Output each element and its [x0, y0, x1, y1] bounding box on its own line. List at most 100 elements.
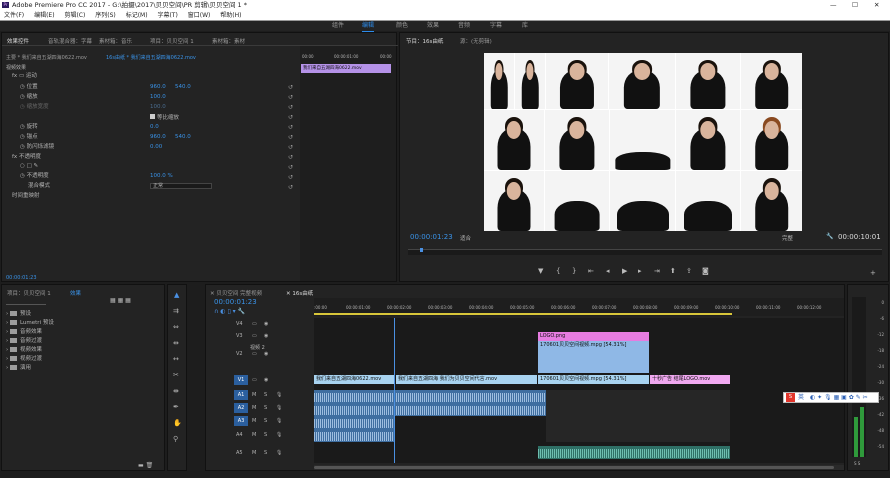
playhead-icon[interactable] [420, 248, 423, 252]
selection-tool-icon[interactable]: ▲ [174, 291, 179, 299]
tab-effects[interactable]: 效果 [70, 289, 81, 297]
tree-item[interactable]: › 音频效果 [6, 329, 42, 336]
effect-timecode[interactable]: 00:00:01:23 [6, 275, 37, 281]
tab-program[interactable]: 节目：16s由纸 [406, 37, 443, 45]
menu-clip[interactable]: 剪辑(C) [64, 12, 85, 19]
timeline-scrollbar[interactable] [314, 465, 844, 470]
workspace-audio[interactable]: 音频 [458, 21, 470, 31]
audio-clip-a3[interactable] [314, 416, 395, 429]
minimize-icon[interactable]: — [830, 0, 837, 10]
clip-v1-b[interactable]: 我们来自五湖四海 我们为贝贝空间代言.mov [396, 375, 537, 384]
reset-icons[interactable]: ↺ ↺ ↺ ↺ ↺ ↺ ↺ ↺ ↺ ↺ ↺ [288, 83, 296, 198]
solo-icon[interactable]: S [264, 429, 267, 441]
workspace-editing[interactable]: 编辑 [362, 21, 375, 32]
slip-icon[interactable]: ⇼ [173, 387, 179, 395]
close-icon[interactable]: ✕ [874, 0, 879, 10]
mini-clip[interactable]: 我们来自五湖四海0622.mov [301, 64, 391, 73]
property-opacity[interactable]: fx 不透明度 [12, 154, 41, 161]
tree-item[interactable]: › 视频效果 [6, 347, 42, 354]
ime-tools-icons[interactable]: ◐ ✦ 🎙 ▦ ▣ ✿ ✎ ✂ [810, 393, 868, 402]
ripple-edit-icon[interactable]: ⇔ [173, 323, 179, 331]
tree-item[interactable]: › 预设 [6, 311, 31, 318]
tree-item[interactable]: › 视频过渡 [6, 356, 42, 363]
search-input[interactable] [6, 299, 46, 305]
hand-icon[interactable]: ✋ [173, 419, 182, 427]
solo-icon[interactable]: S [264, 415, 267, 427]
solo-icon[interactable]: S [264, 389, 267, 401]
clip-logo[interactable]: LOGO.png [538, 332, 649, 341]
program-timecode[interactable]: 00:00:01:23 [410, 233, 453, 241]
clip-v1-c[interactable]: 170601贝贝空间视频.mpg [54.31%] [538, 375, 649, 384]
tab-source[interactable]: 源：(无剪辑) [460, 37, 492, 45]
mute-icon[interactable]: M [252, 447, 256, 459]
menu-window[interactable]: 窗口(W) [188, 12, 211, 19]
time-ruler[interactable]: :00:00 00:00:01:00 00:00:02:00 00:00:03:… [314, 298, 844, 316]
step-back-icon[interactable]: ◂ [606, 267, 610, 275]
mute-icon[interactable]: M [252, 415, 256, 427]
track-select-icon[interactable]: ⇉ [173, 307, 179, 315]
new-bin-icon[interactable]: ▬ 🗑 [138, 462, 153, 469]
property-motion[interactable]: fx ▭ 运动 [12, 73, 37, 80]
play-icon[interactable]: ▶ [622, 267, 627, 275]
tab-bin-footage[interactable]: 素材箱：素材 [212, 37, 245, 45]
mic-icon[interactable]: 🎙 [276, 447, 282, 459]
audio-clip-a5[interactable] [538, 446, 730, 459]
tree-item[interactable]: › 演用 [6, 365, 31, 372]
mute-icon[interactable]: M [252, 429, 256, 441]
clip-header[interactable]: 主要 * 我们来自五湖四海0622.mov [6, 54, 87, 61]
wrench-icon[interactable]: 🔧 [826, 233, 833, 240]
program-scrubber[interactable] [408, 248, 882, 255]
mute-icon[interactable]: M [252, 389, 256, 401]
tree-item[interactable]: › 音频过渡 [6, 338, 42, 345]
maximize-icon[interactable]: ☐ [852, 0, 858, 10]
blend-mode-select[interactable]: 正常 [150, 183, 212, 189]
ime-logo-icon[interactable]: S [786, 393, 795, 402]
meter-solo-labels[interactable]: S S [854, 461, 860, 466]
checkbox-icon[interactable] [150, 114, 155, 119]
audio-clip-a2[interactable] [314, 403, 546, 416]
tree-item[interactable]: › Lumetri 预设 [6, 320, 54, 327]
menu-file[interactable]: 文件(F) [4, 12, 24, 19]
menu-title[interactable]: 字幕(T) [157, 12, 177, 19]
eye-icon[interactable]: ◉ [264, 374, 268, 386]
go-to-in-icon[interactable]: ⇤ [588, 267, 594, 275]
timeline-timecode[interactable]: 00:00:01:23 [214, 298, 257, 306]
step-forward-icon[interactable]: ▸ [638, 267, 642, 275]
audio-clip-a1[interactable] [314, 390, 546, 403]
pen-icon[interactable]: ✒ [173, 403, 179, 411]
mic-icon[interactable]: 🎙 [276, 389, 282, 401]
workspace-color[interactable]: 颜色 [396, 21, 408, 31]
tab-effect-controls[interactable]: 效果控件 [7, 37, 29, 45]
tab-bin-music[interactable]: 素材箱：音乐 [99, 37, 132, 45]
accelerated-effects-icon[interactable]: ▦ ▦ ▦ [110, 297, 131, 304]
extract-icon[interactable]: ⇪ [686, 267, 692, 275]
audio-clip-a4[interactable] [314, 429, 395, 442]
rolling-edit-icon[interactable]: ⇹ [173, 339, 179, 347]
pen-mask-icon[interactable]: ✎ [34, 163, 39, 169]
menu-marker[interactable]: 标记(M) [126, 12, 148, 19]
workspace-effects[interactable]: 效果 [427, 21, 439, 31]
property-uniform-scale[interactable]: 等比缩放 [150, 114, 179, 121]
lift-icon[interactable]: ⬆ [670, 267, 676, 275]
solo-icon[interactable]: S [264, 402, 267, 414]
tab-audio-mixer[interactable]: 音轨混合器：字幕 [48, 37, 92, 45]
quality-select[interactable]: 完整 [782, 234, 793, 242]
mic-icon[interactable]: 🎙 [276, 415, 282, 427]
sequence-header[interactable]: 16s由纸 * 我们来自五湖四海0622.mov [106, 54, 196, 61]
sync-lock-icon[interactable]: ▭ [252, 318, 257, 330]
workspace-assembly[interactable]: 组件 [332, 21, 344, 31]
sync-lock-icon[interactable]: ▭ [252, 374, 257, 386]
clip-v2-video[interactable]: 170601贝贝空间视频.mpg [54.31%] [538, 341, 649, 373]
eye-icon[interactable]: ◉ [264, 318, 268, 330]
mic-icon[interactable]: 🎙 [276, 402, 282, 414]
ime-language[interactable]: 英 [798, 393, 804, 402]
track-area[interactable]: LOGO.png 170601贝贝空间视频.mpg [54.31%] 我们来自五… [314, 318, 844, 463]
marker-icon[interactable]: ▼ [538, 267, 543, 275]
menu-edit[interactable]: 编辑(E) [34, 12, 54, 19]
playhead-line[interactable] [394, 318, 395, 463]
rect-mask-icon[interactable]: □ [27, 163, 34, 169]
go-to-out-icon[interactable]: ⇥ [654, 267, 660, 275]
clip-v1-a[interactable]: 我们来自五湖四海0622.mov [314, 375, 395, 384]
workspace-libraries[interactable]: 库 [522, 21, 528, 31]
zoom-icon[interactable]: ⚲ [173, 435, 178, 443]
